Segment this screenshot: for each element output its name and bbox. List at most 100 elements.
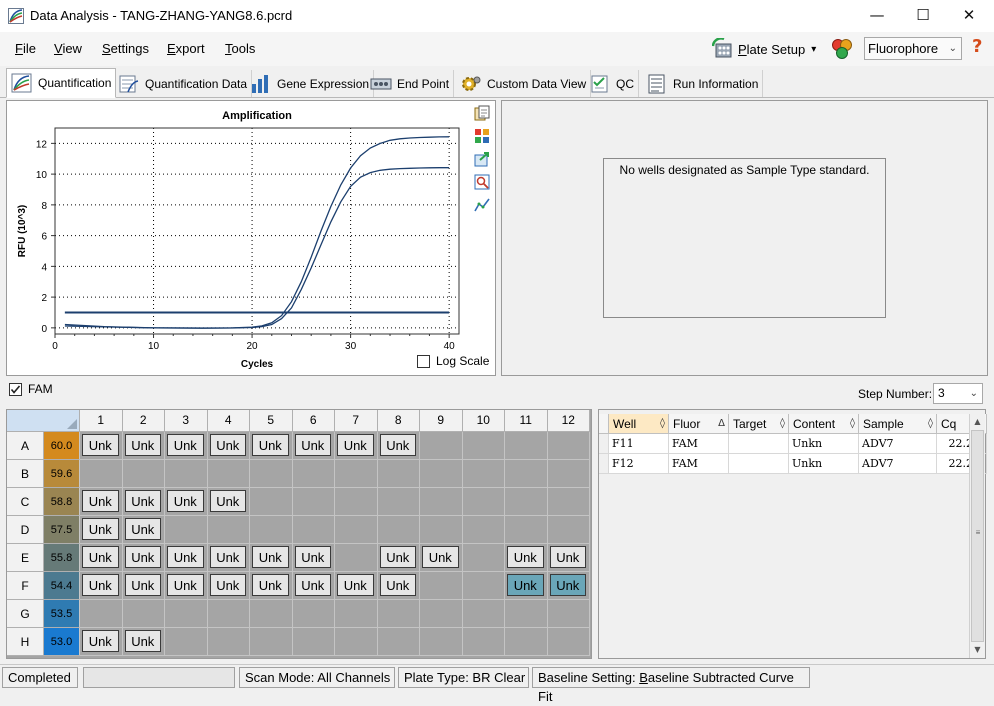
run-status-icon[interactable]	[830, 38, 854, 60]
well-content-label[interactable]: Unk	[507, 574, 544, 596]
scroll-up-icon[interactable]: ▲	[970, 414, 985, 430]
well-content-label[interactable]: Unk	[124, 518, 161, 540]
plate-well[interactable]	[547, 516, 590, 544]
plate-well[interactable]: Unk	[122, 488, 165, 516]
plate-well[interactable]	[207, 516, 250, 544]
plate-well[interactable]	[505, 516, 548, 544]
plate-well[interactable]: Unk	[505, 544, 548, 572]
plate-well[interactable]	[250, 600, 293, 628]
tab-custom-data-view[interactable]: Custom Data View	[456, 70, 592, 97]
well-content-label[interactable]: Unk	[124, 630, 161, 652]
plate-well[interactable]	[80, 600, 123, 628]
column-header-11[interactable]: 11	[505, 410, 548, 432]
cell-well[interactable]: F11	[609, 434, 669, 454]
scroll-down-icon[interactable]: ▼	[970, 642, 985, 658]
plate-well[interactable]: Unk	[335, 572, 378, 600]
row-header-h[interactable]: H	[7, 628, 44, 656]
plate-well[interactable]: Unk	[250, 544, 293, 572]
well-content-label[interactable]: Unk	[82, 546, 119, 568]
plate-well[interactable]	[420, 460, 463, 488]
well-content-label[interactable]: Unk	[294, 546, 331, 568]
plate-well[interactable]	[335, 460, 378, 488]
menu-export[interactable]: Export	[167, 41, 205, 56]
well-content-label[interactable]: Unk	[337, 434, 374, 456]
table-row[interactable]: F11 FAM Unkn ADV7 22.28	[599, 434, 987, 454]
close-button[interactable]: ✕	[946, 0, 992, 30]
column-header-content[interactable]: Content ◊	[789, 414, 859, 434]
plate-well[interactable]	[122, 460, 165, 488]
well-content-label[interactable]: Unk	[124, 574, 161, 596]
fam-checkbox[interactable]: FAM	[9, 382, 53, 396]
fluorophore-select[interactable]: Fluorophore ⌄	[864, 37, 962, 60]
well-content-label[interactable]: Unk	[209, 546, 246, 568]
plate-well[interactable]	[335, 600, 378, 628]
plate-well[interactable]	[505, 432, 548, 460]
plate-well[interactable]	[505, 600, 548, 628]
menu-settings[interactable]: Settings	[102, 41, 149, 56]
plate-well[interactable]: Unk	[165, 432, 208, 460]
plate-well[interactable]: Unk	[165, 572, 208, 600]
plate-well[interactable]	[165, 460, 208, 488]
plate-well[interactable]	[420, 488, 463, 516]
column-header-7[interactable]: 7	[335, 410, 378, 432]
plate-well[interactable]	[462, 460, 505, 488]
column-header-6[interactable]: 6	[292, 410, 335, 432]
maximize-button[interactable]: ☐	[900, 0, 946, 30]
plate-well[interactable]	[207, 628, 250, 656]
scrollbar-thumb[interactable]: ≡	[971, 430, 984, 642]
menu-tools[interactable]: Tools	[225, 41, 255, 56]
row-header-e[interactable]: E	[7, 544, 44, 572]
well-content-label[interactable]: Unk	[167, 574, 204, 596]
plate-well[interactable]	[462, 544, 505, 572]
row-header-f[interactable]: F	[7, 572, 44, 600]
plate-well[interactable]	[377, 460, 420, 488]
well-content-label[interactable]: Unk	[124, 490, 161, 512]
well-content-label[interactable]: Unk	[337, 574, 374, 596]
well-content-label[interactable]: Unk	[422, 546, 459, 568]
column-header-10[interactable]: 10	[462, 410, 505, 432]
well-content-label[interactable]: Unk	[167, 490, 204, 512]
plate-well[interactable]: Unk	[207, 572, 250, 600]
plate-well[interactable]: Unk	[165, 488, 208, 516]
plate-well[interactable]: Unk	[420, 544, 463, 572]
table-row[interactable]: F12 FAM Unkn ADV7 22.20	[599, 454, 987, 474]
column-header-3[interactable]: 3	[165, 410, 208, 432]
plate-well[interactable]: Unk	[377, 572, 420, 600]
well-content-label[interactable]: Unk	[549, 574, 586, 596]
plate-well[interactable]	[292, 516, 335, 544]
amplification-chart[interactable]: Amplification 0 10 20 30 40 0 2 4 6 8 10 12 Cycles RFU…	[7, 101, 497, 377]
table-scrollbar[interactable]: ▲ ≡ ▼	[969, 414, 985, 658]
column-header-target[interactable]: Target ◊	[729, 414, 789, 434]
column-header-12[interactable]: 12	[547, 410, 590, 432]
plate-well[interactable]: Unk	[547, 572, 590, 600]
plate-well[interactable]: Unk	[122, 572, 165, 600]
well-content-label[interactable]: Unk	[252, 434, 289, 456]
plate-well[interactable]	[250, 628, 293, 656]
plate-well[interactable]	[335, 516, 378, 544]
well-content-label[interactable]: Unk	[82, 630, 119, 652]
menu-view[interactable]: View	[54, 41, 82, 56]
plate-well[interactable]	[505, 628, 548, 656]
plate-well[interactable]	[462, 488, 505, 516]
well-content-label[interactable]: Unk	[379, 546, 416, 568]
menu-file[interactable]: File	[15, 41, 36, 56]
plate-well[interactable]: Unk	[377, 544, 420, 572]
well-content-label[interactable]: Unk	[124, 434, 161, 456]
plate-well[interactable]	[505, 460, 548, 488]
plate-well[interactable]	[462, 516, 505, 544]
well-content-label[interactable]: Unk	[209, 490, 246, 512]
well-content-label[interactable]: Unk	[82, 518, 119, 540]
log-scale-checkbox-box[interactable]	[417, 354, 430, 368]
plate-well[interactable]	[292, 488, 335, 516]
column-header-8[interactable]: 8	[377, 410, 420, 432]
plate-well[interactable]	[462, 432, 505, 460]
row-header-c[interactable]: C	[7, 488, 44, 516]
plate-well[interactable]: Unk	[207, 544, 250, 572]
well-content-label[interactable]: Unk	[167, 546, 204, 568]
plate-well[interactable]: Unk	[80, 572, 123, 600]
plate-well[interactable]: Unk	[122, 544, 165, 572]
plate-well[interactable]: Unk	[207, 488, 250, 516]
plate-well[interactable]	[420, 600, 463, 628]
well-content-label[interactable]: Unk	[507, 546, 544, 568]
plate-well[interactable]	[335, 628, 378, 656]
